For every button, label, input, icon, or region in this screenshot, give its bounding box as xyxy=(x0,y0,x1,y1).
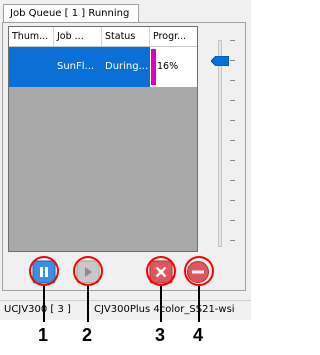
row-thumbnail xyxy=(9,47,54,87)
callout-line-4 xyxy=(198,286,200,322)
status-profile-name: CJV300Plus 4color_SS21-wsi xyxy=(94,304,235,315)
callout-circle-1 xyxy=(29,256,59,286)
column-header-status[interactable]: Status xyxy=(102,27,150,46)
callout-number-3: 3 xyxy=(155,325,166,345)
zoom-slider-track[interactable] xyxy=(218,40,222,247)
callout-circle-2 xyxy=(73,256,103,286)
status-bar: UCJV300 [ 3 ] CJV300Plus 4color_SS21-wsi xyxy=(0,300,251,320)
table-row[interactable]: SunFl... During... 16% xyxy=(9,47,197,87)
row-status: During... xyxy=(102,47,150,87)
callout-number-2: 2 xyxy=(82,325,93,345)
job-queue-window: Job Queue [ 1 ] Running Thum... Job ... … xyxy=(0,0,251,300)
status-printer-name: UCJV300 [ 3 ] xyxy=(4,304,71,315)
progress-text: 16% xyxy=(157,61,179,72)
column-header-thumbnail[interactable]: Thum... xyxy=(9,27,54,46)
job-table: Thum... Job ... Status Progr... SunFl...… xyxy=(8,26,198,252)
row-progress: 16% xyxy=(150,47,197,87)
callout-circle-4 xyxy=(184,256,214,286)
tab-job-queue-label: Job Queue [ 1 ] Running xyxy=(10,8,130,19)
row-job-name: SunFl... xyxy=(54,47,102,87)
callout-circle-3 xyxy=(146,256,176,286)
callout-number-4: 4 xyxy=(193,325,204,345)
progress-bar-fill xyxy=(151,49,156,85)
column-header-job[interactable]: Job ... xyxy=(54,27,102,46)
table-header: Thum... Job ... Status Progr... xyxy=(9,27,197,47)
zoom-slider-ticks xyxy=(230,40,236,247)
callout-line-1 xyxy=(43,286,45,322)
zoom-slider-thumb[interactable] xyxy=(211,56,229,66)
column-header-progress[interactable]: Progr... xyxy=(150,27,197,46)
callout-line-3 xyxy=(160,286,162,322)
tab-job-queue[interactable]: Job Queue [ 1 ] Running xyxy=(3,4,139,22)
callout-line-2 xyxy=(87,286,89,322)
callout-number-1: 1 xyxy=(38,325,49,345)
